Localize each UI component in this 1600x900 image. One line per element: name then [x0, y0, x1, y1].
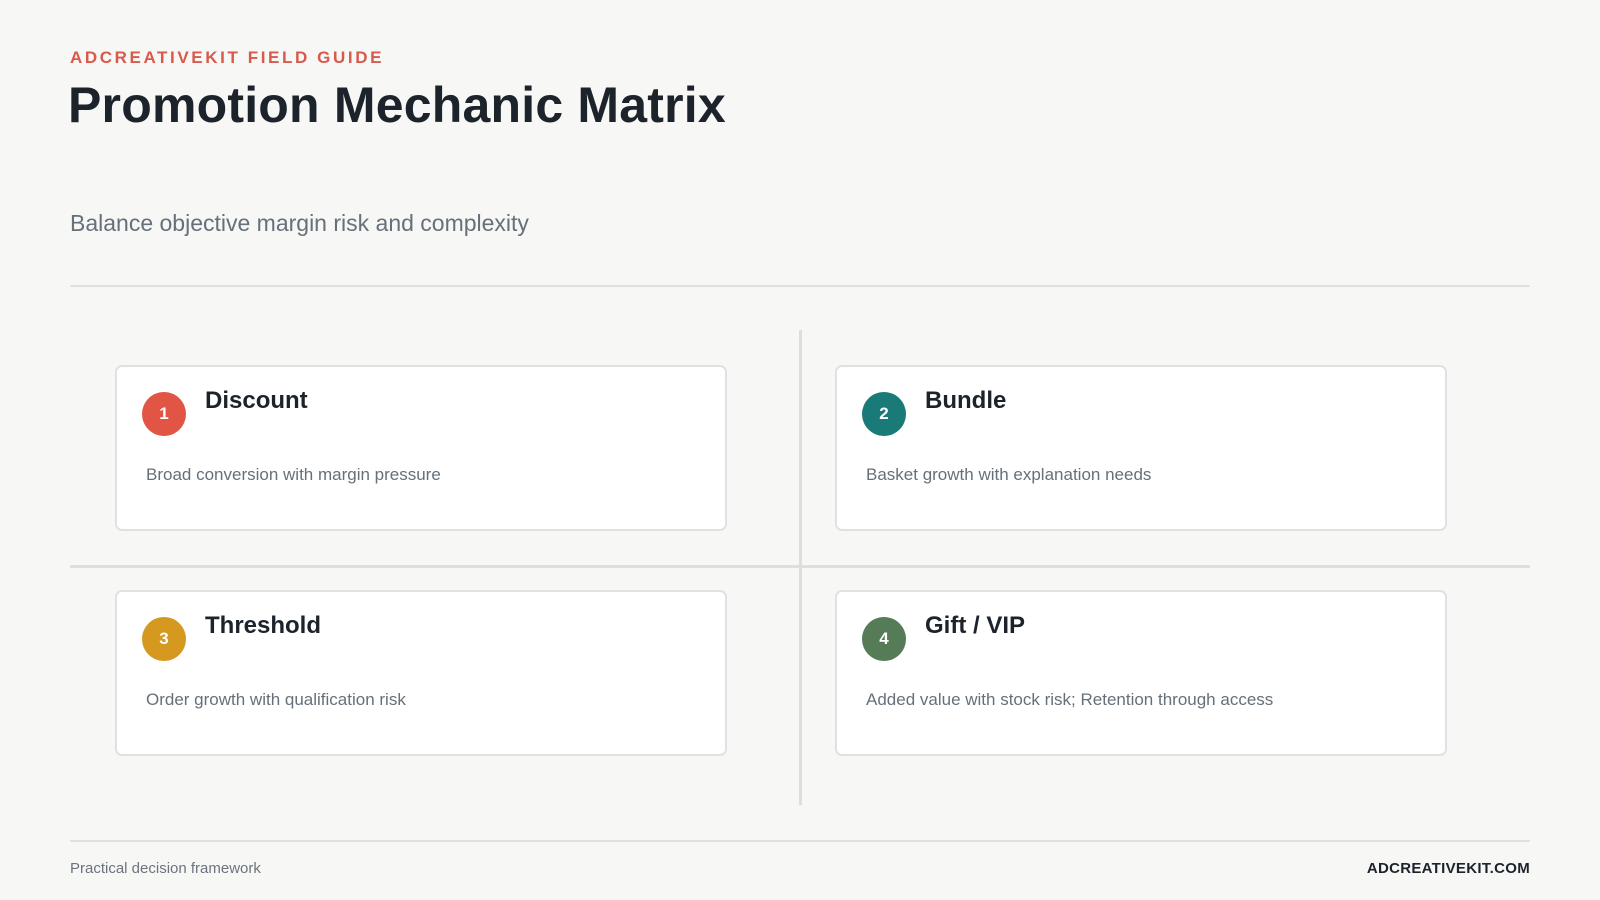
quadrant-card-bundle: 2 Bundle Basket growth with explanation … — [835, 365, 1447, 531]
quadrant-card-gift-vip: 4 Gift / VIP Added value with stock risk… — [835, 590, 1447, 756]
footer-website: ADCREATIVEKIT.COM — [1366, 860, 1530, 877]
quadrant-card-discount: 1 Discount Broad conversion with margin … — [115, 365, 727, 531]
quadrant-number-badge: 1 — [142, 392, 186, 436]
matrix-horizontal-axis — [70, 565, 1530, 568]
quadrant-number-badge: 3 — [142, 617, 186, 661]
quadrant-description: Basket growth with explanation needs — [866, 465, 1152, 484]
bottom-divider — [70, 840, 1530, 842]
quadrant-number-badge: 4 — [862, 617, 906, 661]
page-title: Promotion Mechanic Matrix — [68, 77, 726, 133]
slide: ADCREATIVEKIT FIELD GUIDE Promotion Mech… — [0, 0, 1600, 900]
quadrant-card-threshold: 3 Threshold Order growth with qualificat… — [115, 590, 727, 756]
quadrant-number-badge: 2 — [862, 392, 906, 436]
quadrant-description: Added value with stock risk; Retention t… — [866, 690, 1274, 709]
quadrant-description: Broad conversion with margin pressure — [146, 465, 441, 484]
eyebrow-label: ADCREATIVEKIT FIELD GUIDE — [70, 48, 385, 67]
quadrant-title: Bundle — [925, 387, 1007, 414]
quadrant-title: Discount — [205, 387, 308, 414]
quadrant-title: Threshold — [205, 612, 322, 639]
quadrant-description: Order growth with qualification risk — [146, 690, 406, 709]
page-subtitle: Balance objective margin risk and comple… — [70, 210, 529, 236]
top-divider — [70, 285, 1530, 287]
footer-tagline: Practical decision framework — [70, 860, 261, 877]
quadrant-title: Gift / VIP — [925, 612, 1026, 639]
